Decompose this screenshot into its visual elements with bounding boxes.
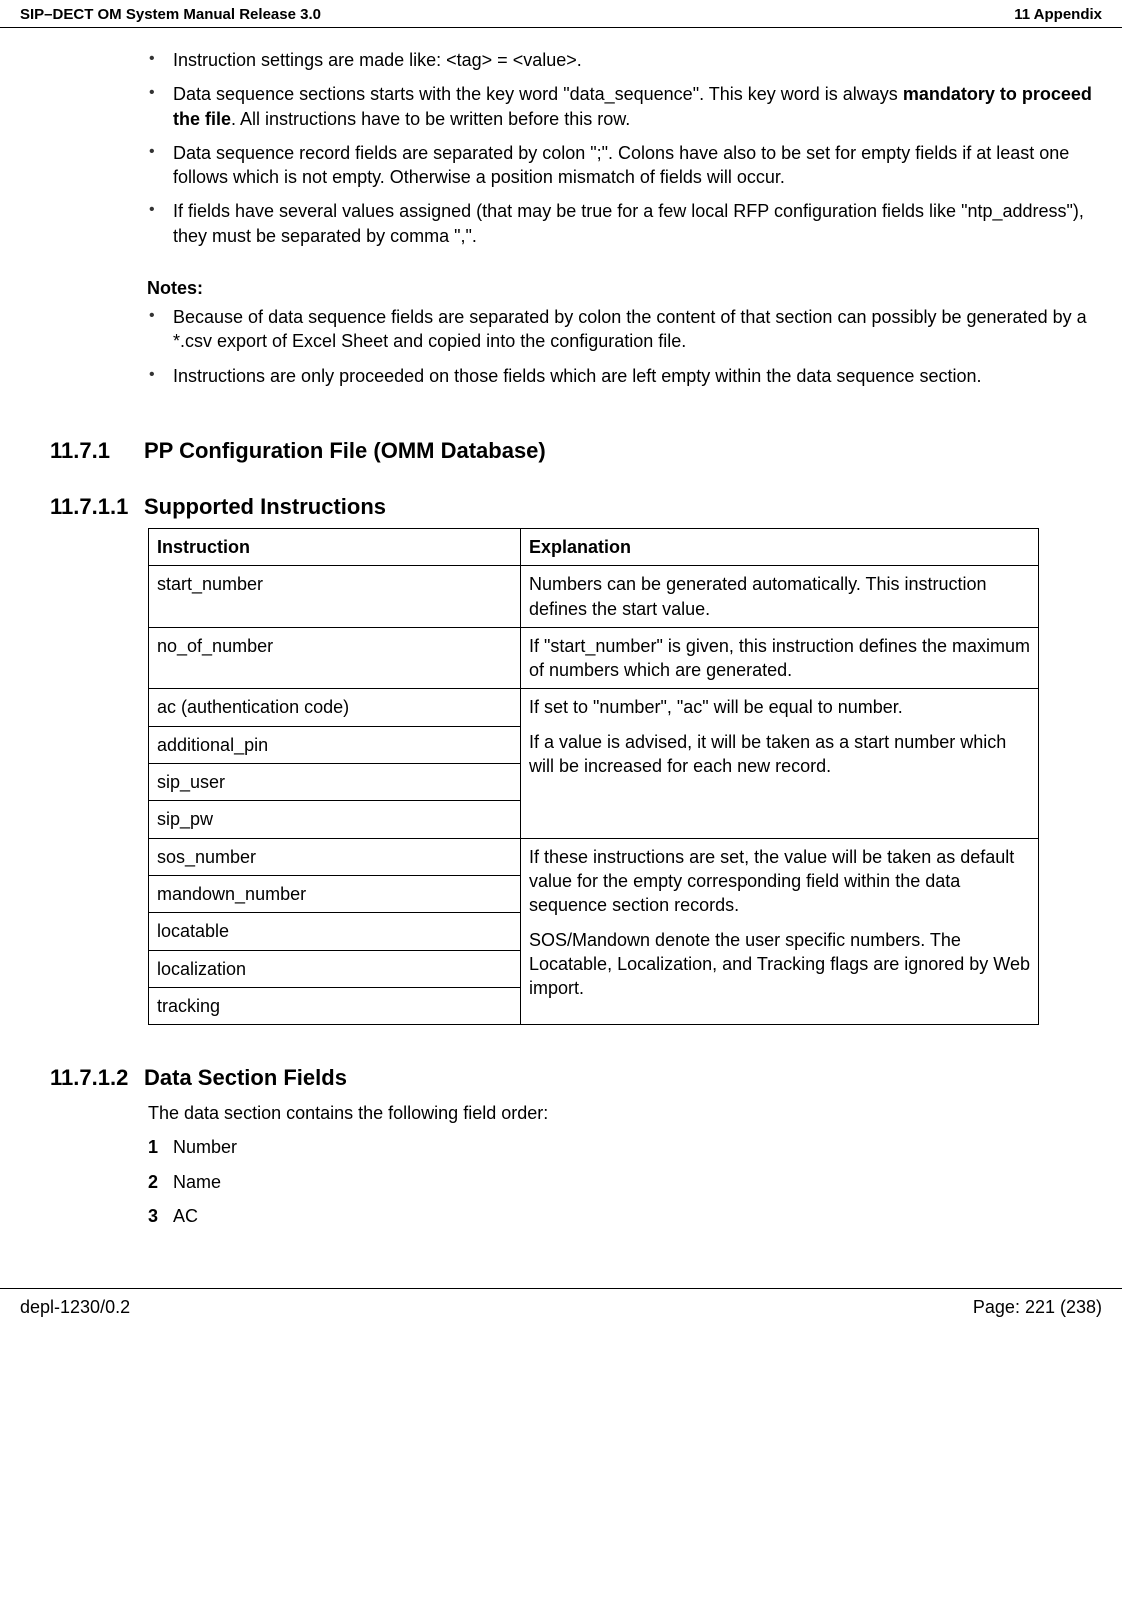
text: If fields have several values assigned (… (173, 201, 1084, 245)
page-footer: depl-1230/0.2 Page: 221 (238) (0, 1288, 1122, 1328)
text: If a value is advised, it will be taken … (529, 730, 1030, 779)
table-row: no_of_number If "start_number" is given,… (149, 627, 1039, 689)
text: SOS/Mandown denote the user specific num… (529, 928, 1030, 1001)
table-cell: sip_pw (149, 801, 521, 838)
section-heading-2: 11.7.1.1Supported Instructions (50, 494, 1092, 520)
text: If set to "number", "ac" will be equal t… (529, 695, 1030, 719)
table-cell: additional_pin (149, 726, 521, 763)
table-row: ac (authentication code) If set to "numb… (149, 689, 1039, 726)
list-item: Because of data sequence fields are sepa… (145, 305, 1092, 354)
item-number: 1 (148, 1135, 173, 1159)
table-header: Instruction (149, 528, 521, 565)
table-cell: Numbers can be generated automatically. … (521, 566, 1039, 628)
table-cell: start_number (149, 566, 521, 628)
table-cell: If set to "number", "ac" will be equal t… (521, 689, 1039, 838)
list-item: 3AC (148, 1204, 1092, 1228)
text: AC (173, 1206, 198, 1226)
list-item: Data sequence sections starts with the k… (145, 82, 1092, 131)
instructions-table: Instruction Explanation start_number Num… (148, 528, 1039, 1025)
table-cell: sos_number (149, 838, 521, 875)
table-header-row: Instruction Explanation (149, 528, 1039, 565)
body-text: The data section contains the following … (148, 1101, 1092, 1125)
section-title: PP Configuration File (OMM Database) (144, 438, 546, 463)
bullet-list-notes: Because of data sequence fields are sepa… (145, 305, 1092, 388)
page-content: Instruction settings are made like: <tag… (0, 28, 1122, 1258)
table-header: Explanation (521, 528, 1039, 565)
list-item: Instruction settings are made like: <tag… (145, 48, 1092, 72)
header-left: SIP–DECT OM System Manual Release 3.0 (20, 6, 321, 23)
section-number: 11.7.1.2 (50, 1065, 144, 1091)
page-header: SIP–DECT OM System Manual Release 3.0 11… (0, 0, 1122, 28)
table-cell: tracking (149, 987, 521, 1024)
numbered-list: 1Number 2Name 3AC (148, 1135, 1092, 1228)
text: Instruction settings are made like: <tag… (173, 50, 582, 70)
text: Instructions are only proceeded on those… (173, 366, 981, 386)
table-row: start_number Numbers can be generated au… (149, 566, 1039, 628)
item-number: 3 (148, 1204, 173, 1228)
table-cell: sip_user (149, 764, 521, 801)
list-item: If fields have several values assigned (… (145, 199, 1092, 248)
section-number: 11.7.1.1 (50, 494, 144, 520)
section-title: Data Section Fields (144, 1065, 347, 1090)
table-cell: localization (149, 950, 521, 987)
text: Number (173, 1137, 237, 1157)
notes-heading: Notes: (147, 278, 1092, 299)
table-cell: no_of_number (149, 627, 521, 689)
text: Name (173, 1172, 221, 1192)
bullet-list-1: Instruction settings are made like: <tag… (145, 48, 1092, 248)
section-heading-3: 11.7.1.2Data Section Fields (50, 1065, 1092, 1091)
table-cell: If "start_number" is given, this instruc… (521, 627, 1039, 689)
section-heading-1: 11.7.1PP Configuration File (OMM Databas… (50, 438, 1092, 464)
text: Data sequence sections starts with the k… (173, 84, 903, 104)
table-cell: ac (authentication code) (149, 689, 521, 726)
table-cell: locatable (149, 913, 521, 950)
list-item: 2Name (148, 1170, 1092, 1194)
table-cell: mandown_number (149, 875, 521, 912)
list-item: Data sequence record fields are separate… (145, 141, 1092, 190)
header-right: 11 Appendix (1014, 6, 1102, 23)
footer-right: Page: 221 (238) (973, 1297, 1102, 1318)
footer-left: depl-1230/0.2 (20, 1297, 130, 1318)
section-title: Supported Instructions (144, 494, 386, 519)
text: Data sequence record fields are separate… (173, 143, 1069, 187)
section-number: 11.7.1 (50, 438, 144, 464)
text: Because of data sequence fields are sepa… (173, 307, 1087, 351)
item-number: 2 (148, 1170, 173, 1194)
table-row: sos_number If these instructions are set… (149, 838, 1039, 875)
list-item: Instructions are only proceeded on those… (145, 364, 1092, 388)
text: . All instructions have to be written be… (231, 109, 630, 129)
table-cell: If these instructions are set, the value… (521, 838, 1039, 1024)
list-item: 1Number (148, 1135, 1092, 1159)
text: If these instructions are set, the value… (529, 845, 1030, 918)
